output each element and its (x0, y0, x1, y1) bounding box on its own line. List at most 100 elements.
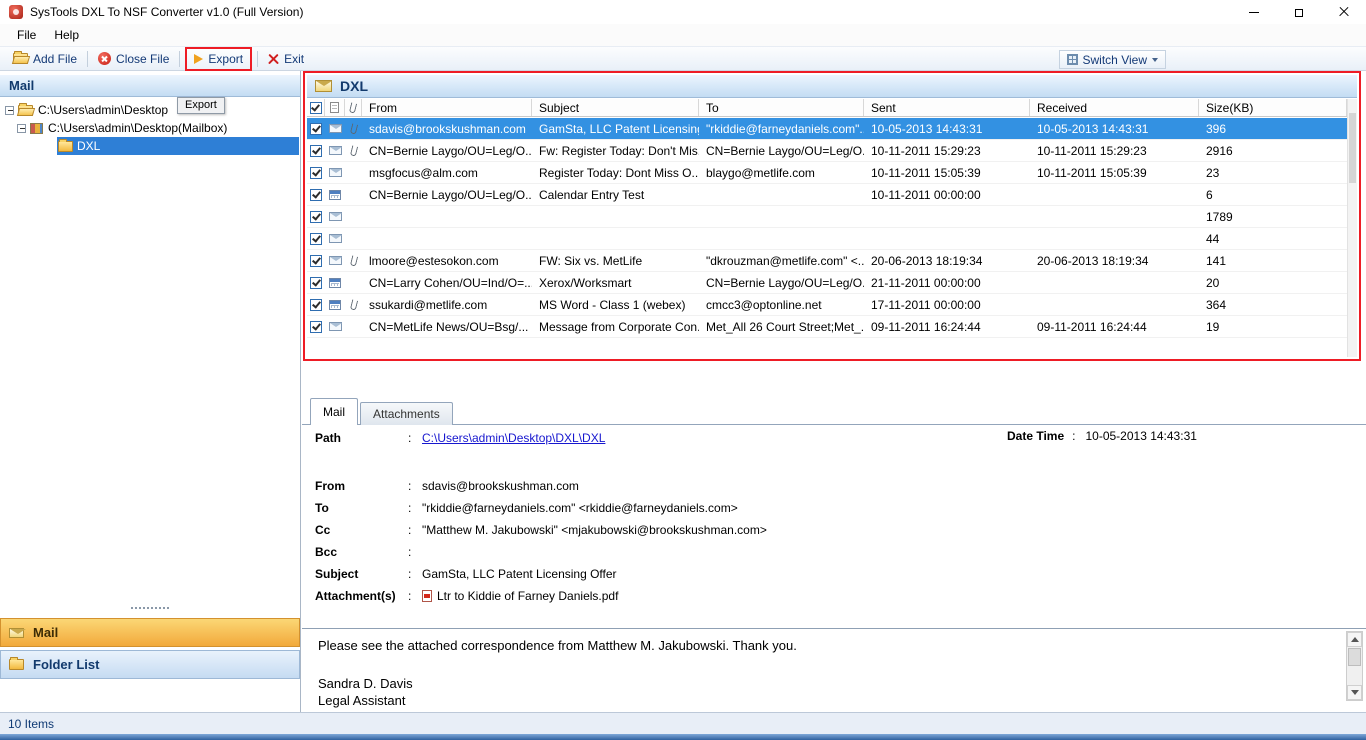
attachment-filename: Ltr to Kiddie of Farney Daniels.pdf (437, 589, 619, 603)
cell-size: 20 (1206, 275, 1220, 290)
tab-attachments[interactable]: Attachments (360, 402, 453, 425)
tab-mail[interactable]: Mail (310, 398, 359, 425)
tree-item-dxl[interactable]: DXL (0, 137, 300, 155)
exit-icon (268, 53, 279, 64)
cell-to (699, 206, 864, 227)
field-row: Attachment(s) : Ltr to Kiddie of Farney … (315, 585, 1346, 607)
close-button[interactable] (1321, 0, 1366, 24)
menu-file[interactable]: File (8, 26, 45, 44)
field-row: From : sdavis@brookskushman.com (315, 475, 1346, 497)
cell-subject: Calendar Entry Test (539, 187, 645, 202)
path-link[interactable]: C:\Users\admin\Desktop\DXL\DXL (422, 431, 605, 445)
mail-row[interactable]: CN=Bernie Laygo/OU=Leg/O... Fw: Register… (307, 140, 1347, 162)
minimize-button[interactable] (1231, 0, 1276, 24)
tree-item-desktop[interactable]: C:\Users\admin\Desktop (0, 101, 300, 119)
cell-size: 1789 (1206, 209, 1233, 224)
mail-row[interactable]: ssukardi@metlife.com MS Word - Class 1 (… (307, 294, 1347, 316)
splitter-handle[interactable] (0, 607, 300, 609)
column-sent[interactable]: Sent (864, 99, 1030, 116)
collapse-icon[interactable] (17, 123, 26, 133)
cell-received (1030, 206, 1199, 227)
colon: : (408, 545, 412, 559)
scroll-up-button[interactable] (1347, 632, 1362, 647)
message-type-icon (328, 234, 342, 243)
row-checkbox[interactable] (310, 298, 322, 311)
tree-item-label: DXL (77, 139, 101, 153)
checkmark-icon (311, 123, 321, 133)
mail-row[interactable]: sdavis@brookskushman.com GamSta, LLC Pat… (307, 118, 1347, 140)
column-received[interactable]: Received (1030, 99, 1199, 116)
row-checkbox[interactable] (310, 210, 322, 223)
close-icon (1338, 6, 1350, 18)
cell-received: 09-11-2011 16:24:44 (1037, 319, 1147, 334)
cell-from: sdavis@brookskushman.com (369, 121, 526, 136)
nav-mail-button[interactable]: Mail (0, 618, 300, 647)
cell-to: CN=Bernie Laygo/OU=Leg/O... (706, 143, 864, 158)
cell-from: ssukardi@metlife.com (369, 297, 488, 312)
row-checkbox[interactable] (310, 144, 322, 157)
tab-label: Attachments (373, 407, 440, 421)
close-file-button[interactable]: Close File (91, 49, 176, 69)
checkmark-icon (311, 233, 321, 243)
collapse-icon[interactable] (5, 105, 14, 115)
list-scrollbar[interactable] (1347, 99, 1357, 357)
mail-row[interactable]: lmoore@estesokon.com FW: Six vs. MetLife… (307, 250, 1347, 272)
colon: : (408, 567, 412, 581)
row-checkbox[interactable] (310, 254, 322, 267)
arrow-up-icon (1350, 637, 1359, 642)
mail-row[interactable]: 1789 (307, 206, 1347, 228)
folder-tree: C:\Users\admin\Desktop C:\Users\admin\De… (0, 101, 300, 155)
checkmark-icon (311, 145, 321, 155)
attachment-column[interactable] (345, 99, 362, 116)
scroll-down-button[interactable] (1347, 685, 1362, 700)
row-checkbox[interactable] (310, 188, 322, 201)
switch-view-button[interactable]: Switch View (1058, 50, 1166, 69)
message-scrollbar[interactable] (1346, 631, 1363, 701)
mail-row[interactable]: CN=Bernie Laygo/OU=Leg/O... Calendar Ent… (307, 184, 1347, 206)
message-type-column[interactable] (325, 99, 345, 116)
row-checkbox[interactable] (310, 276, 322, 289)
cell-size: 23 (1206, 165, 1220, 180)
field-row: Cc : "Matthew M. Jakubowski" <mjakubowsk… (315, 519, 1346, 541)
mail-row[interactable]: 44 (307, 228, 1347, 250)
cell-sent: 21-11-2011 00:00:00 (871, 275, 981, 290)
scrollbar-thumb[interactable] (1348, 648, 1361, 666)
cell-size: 2916 (1206, 143, 1233, 158)
attachments-label: Attachment(s) (315, 589, 396, 603)
cell-from (362, 228, 532, 249)
checkmark-icon (311, 299, 321, 309)
restore-button[interactable] (1276, 0, 1321, 24)
export-button[interactable]: Export (187, 49, 250, 69)
row-checkbox[interactable] (310, 166, 322, 179)
mail-icon (9, 627, 26, 638)
message-body: Please see the attached correspondence f… (318, 637, 1322, 709)
nav-folder-list-button[interactable]: Folder List (0, 650, 300, 679)
tree-item-mailbox[interactable]: C:\Users\admin\Desktop(Mailbox) (0, 119, 300, 137)
message-type-icon (328, 212, 342, 221)
cell-from: msgfocus@alm.com (369, 165, 478, 180)
row-checkbox[interactable] (310, 122, 322, 135)
cell-size: 19 (1206, 319, 1220, 334)
add-file-label: Add File (33, 51, 78, 66)
exit-button[interactable]: Exit (261, 49, 311, 69)
column-subject[interactable]: Subject (532, 99, 699, 116)
add-file-button[interactable]: Add File (6, 49, 84, 69)
mailbox-icon (30, 122, 43, 134)
scrollbar-thumb[interactable] (1349, 113, 1356, 183)
colon: : (408, 523, 412, 537)
select-all-checkbox[interactable] (309, 101, 322, 114)
row-checkbox[interactable] (310, 232, 322, 245)
menu-help[interactable]: Help (45, 26, 88, 44)
bcc-label: Bcc (315, 545, 338, 559)
mail-row[interactable]: msgfocus@alm.com Register Today: Dont Mi… (307, 162, 1347, 184)
attachment-item[interactable]: Ltr to Kiddie of Farney Daniels.pdf (422, 589, 618, 603)
row-checkbox[interactable] (310, 320, 322, 333)
message-type-icon (329, 277, 341, 288)
mail-row[interactable]: CN=MetLife News/OU=Bsg/... Message from … (307, 316, 1347, 338)
mail-row[interactable]: CN=Larry Cohen/OU=Ind/O=... Xerox/Worksm… (307, 272, 1347, 294)
cell-subject: FW: Six vs. MetLife (539, 253, 643, 268)
column-to[interactable]: To (699, 99, 864, 116)
column-size[interactable]: Size(KB) (1199, 99, 1347, 116)
paperclip-icon (349, 254, 358, 267)
column-from[interactable]: From (362, 99, 532, 116)
